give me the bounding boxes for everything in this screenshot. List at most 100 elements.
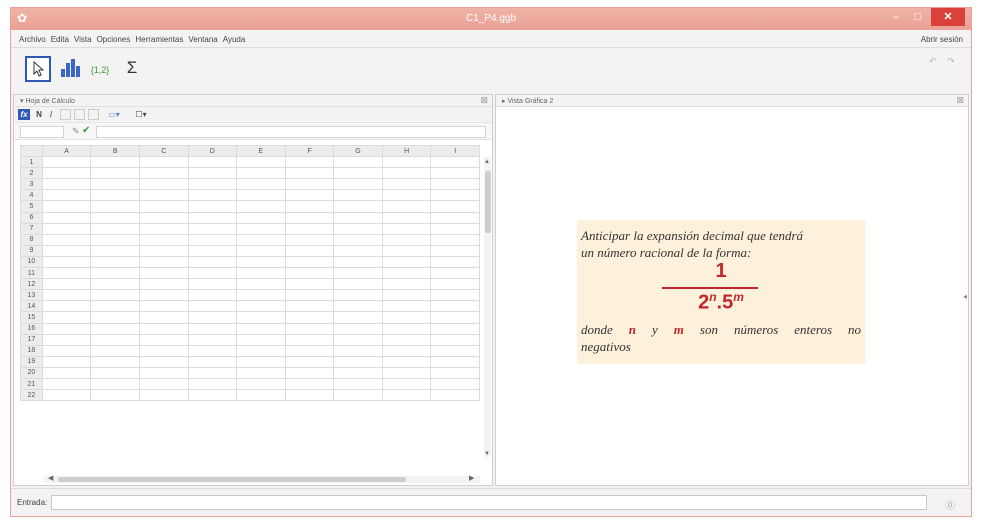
vertical-scroll-thumb[interactable]	[485, 171, 491, 233]
bold-button[interactable]: N	[34, 109, 44, 120]
grid-cell[interactable]	[381, 267, 432, 280]
grid-cell[interactable]	[187, 344, 238, 357]
spreadsheet-title[interactable]: ▾ Hoja de Cálculo	[20, 97, 75, 105]
grid-cell[interactable]	[187, 211, 238, 224]
row-header[interactable]: 22	[20, 389, 43, 402]
grid-cell[interactable]	[90, 355, 140, 368]
grid-cell[interactable]	[333, 278, 383, 291]
grid-cell[interactable]	[430, 178, 480, 191]
grid-cell[interactable]	[381, 344, 432, 357]
grid-cell[interactable]	[236, 267, 286, 280]
grid-cell[interactable]	[236, 211, 286, 224]
grid-cell[interactable]	[41, 244, 92, 257]
grid-cell[interactable]	[236, 156, 286, 169]
grid-cell[interactable]	[381, 244, 432, 257]
minimize-button[interactable]: –	[885, 8, 907, 26]
grid-cell[interactable]	[41, 355, 92, 368]
grid-cell[interactable]	[90, 255, 140, 269]
grid-cell[interactable]	[381, 222, 432, 235]
grid-cell[interactable]	[333, 167, 383, 180]
grid-cell[interactable]	[236, 311, 286, 324]
grid-cell[interactable]	[381, 278, 432, 291]
grid-cell[interactable]	[90, 178, 140, 191]
grid-cell[interactable]	[430, 156, 480, 169]
grid-cell[interactable]	[430, 355, 480, 368]
grid-cell[interactable]	[41, 233, 92, 246]
grid-cell[interactable]	[187, 311, 238, 324]
grid-cell[interactable]	[41, 289, 92, 302]
maximize-button[interactable]: □	[907, 8, 929, 26]
grid-cell[interactable]	[284, 255, 335, 269]
grid-cell[interactable]	[236, 377, 286, 391]
grid-cell[interactable]	[333, 300, 383, 313]
column-header[interactable]: I	[430, 145, 480, 158]
grid-cell[interactable]	[381, 189, 432, 202]
pencil-icon[interactable]: ✎	[72, 126, 80, 137]
grid-corner[interactable]	[20, 145, 43, 158]
grid-cell[interactable]	[381, 167, 432, 180]
grid-cell[interactable]	[333, 189, 383, 202]
grid-cell[interactable]	[430, 278, 480, 291]
grid-cell[interactable]	[284, 233, 335, 246]
grid-cell[interactable]	[138, 355, 189, 368]
check-icon[interactable]: ✔	[82, 125, 90, 136]
grid-cell[interactable]	[284, 167, 335, 180]
grid-cell[interactable]	[41, 178, 92, 191]
grid-cell[interactable]	[90, 377, 140, 391]
grid-cell[interactable]	[430, 389, 480, 402]
grid-cell[interactable]	[236, 222, 286, 235]
row-header[interactable]: 3	[20, 178, 43, 191]
grid-cell[interactable]	[90, 233, 140, 246]
grid-cell[interactable]	[333, 178, 383, 191]
italic-button[interactable]: I	[46, 109, 56, 120]
grid-cell[interactable]	[138, 233, 189, 246]
grid-cell[interactable]	[284, 366, 335, 379]
row-header[interactable]: 1	[20, 156, 43, 169]
column-header[interactable]: F	[284, 145, 335, 158]
grid-cell[interactable]	[236, 289, 286, 302]
background-color-button[interactable]: ▭▾	[104, 109, 124, 120]
collapse-arrow-icon[interactable]: ◂	[963, 292, 967, 301]
grid-cell[interactable]	[236, 355, 286, 368]
grid-cell[interactable]	[187, 222, 238, 235]
grid-cell[interactable]	[187, 333, 238, 346]
grid-cell[interactable]	[90, 244, 140, 257]
menu-archivo[interactable]: Archivo	[19, 35, 46, 44]
grid-cell[interactable]	[138, 389, 189, 402]
grid-cell[interactable]	[381, 311, 432, 324]
grid-cell[interactable]	[236, 344, 286, 357]
grid-cell[interactable]	[333, 156, 383, 169]
grid-cell[interactable]	[430, 222, 480, 235]
grid-cell[interactable]	[138, 167, 189, 180]
menu-herramientas[interactable]: Herramientas	[135, 35, 183, 44]
border-style-button[interactable]: ☐▾	[130, 109, 152, 120]
grid-cell[interactable]	[430, 167, 480, 180]
grid-cell[interactable]	[381, 300, 432, 313]
row-header[interactable]: 15	[20, 311, 43, 324]
grid-cell[interactable]	[138, 244, 189, 257]
close-button[interactable]: ✕	[931, 8, 965, 26]
grid-cell[interactable]	[381, 333, 432, 346]
grid-cell[interactable]	[90, 267, 140, 280]
horizontal-scrollbar[interactable]	[44, 476, 480, 483]
grid-cell[interactable]	[381, 377, 432, 391]
horizontal-scroll-thumb[interactable]	[58, 477, 406, 482]
row-header[interactable]: 21	[20, 377, 43, 391]
grid-cell[interactable]	[90, 211, 140, 224]
grid-cell[interactable]	[284, 344, 335, 357]
row-header[interactable]: 6	[20, 211, 43, 224]
grid-cell[interactable]	[284, 156, 335, 169]
grid-cell[interactable]	[284, 355, 335, 368]
grid-cell[interactable]	[236, 178, 286, 191]
grid-cell[interactable]	[90, 156, 140, 169]
grid-cell[interactable]	[41, 322, 92, 335]
grid-cell[interactable]	[41, 189, 92, 202]
grid-cell[interactable]	[333, 333, 383, 346]
grid-cell[interactable]	[236, 200, 286, 213]
grid-cell[interactable]	[90, 189, 140, 202]
grid-cell[interactable]	[138, 344, 189, 357]
grid-cell[interactable]	[284, 333, 335, 346]
grid-cell[interactable]	[90, 344, 140, 357]
grid-cell[interactable]	[138, 189, 189, 202]
row-header[interactable]: 18	[20, 344, 43, 357]
